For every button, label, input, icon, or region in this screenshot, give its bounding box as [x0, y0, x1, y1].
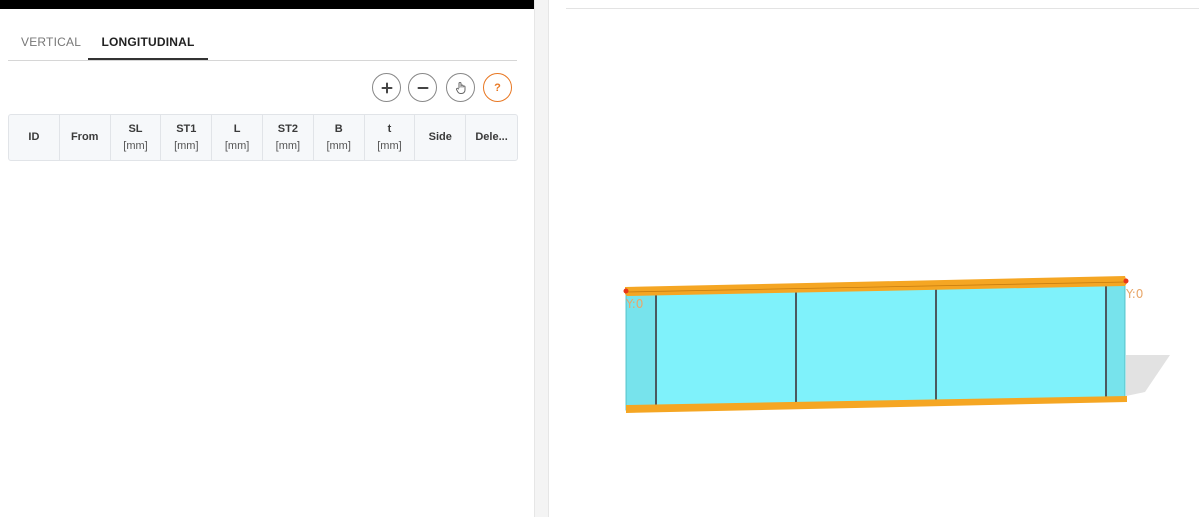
column-header-side[interactable]: Side: [415, 115, 467, 160]
column-header-delete[interactable]: Dele...: [466, 115, 517, 160]
web-end-panel-right: [1106, 285, 1125, 400]
help-button[interactable]: ?: [483, 73, 512, 102]
3d-viewport[interactable]: Y:0 Y:0: [550, 0, 1199, 517]
node-label-left: Y:0: [625, 297, 643, 311]
tab-vertical[interactable]: VERTICAL: [21, 34, 81, 59]
node-marker-right[interactable]: [1123, 278, 1129, 284]
minus-icon: [417, 86, 428, 89]
column-header-st2[interactable]: ST2 [mm]: [263, 115, 314, 160]
right-panel: Y:0 Y:0: [550, 0, 1199, 517]
top-bar: [0, 0, 534, 9]
web-end-panel-left: [626, 294, 656, 410]
column-header-t[interactable]: t [mm]: [365, 115, 416, 160]
tab-bar: VERTICAL LONGITUDINAL: [8, 34, 517, 61]
column-header-sl[interactable]: SL [mm]: [111, 115, 162, 160]
column-header-b[interactable]: B [mm]: [314, 115, 365, 160]
pick-button[interactable]: [446, 73, 475, 102]
remove-row-button[interactable]: [408, 73, 437, 102]
node-marker-left[interactable]: [623, 288, 629, 294]
node-label-right: Y:0: [1125, 287, 1143, 301]
hand-pointer-icon: [455, 81, 465, 94]
grid-header: ID From SL [mm] ST1 [mm] L [mm] ST2 [mm]…: [8, 114, 518, 161]
add-row-button[interactable]: [372, 73, 401, 102]
left-panel: VERTICAL LONGITUDINAL ? ID From SL [mm] …: [0, 0, 534, 517]
beam-web: [625, 284, 1126, 411]
help-label: ?: [494, 81, 501, 94]
column-header-l[interactable]: L [mm]: [212, 115, 263, 160]
column-header-from[interactable]: From: [60, 115, 111, 160]
column-header-st1[interactable]: ST1 [mm]: [161, 115, 213, 160]
plus-icon: [381, 82, 392, 93]
tab-longitudinal[interactable]: LONGITUDINAL: [88, 34, 208, 60]
column-header-id[interactable]: ID: [9, 115, 60, 160]
beam-shadow: [1126, 355, 1170, 396]
panel-splitter[interactable]: [534, 0, 549, 517]
